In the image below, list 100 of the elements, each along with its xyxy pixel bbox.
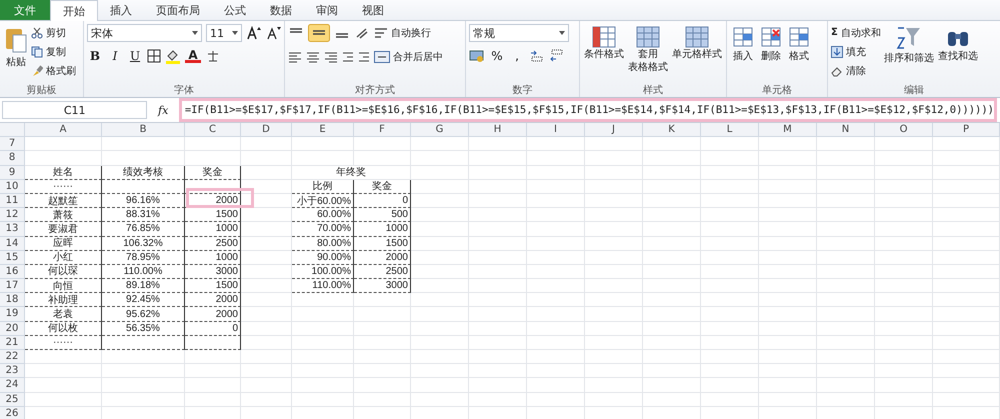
row-header[interactable]: 24 bbox=[0, 378, 25, 393]
copy-button[interactable]: 复制 bbox=[31, 43, 76, 60]
column-header[interactable]: A bbox=[25, 123, 102, 138]
row-header[interactable]: 12 bbox=[0, 208, 25, 222]
column-header[interactable]: E bbox=[292, 123, 354, 138]
column-header[interactable]: P bbox=[933, 123, 1000, 138]
ribbon-tab[interactable]: 开始 bbox=[50, 0, 98, 21]
table-cell bbox=[875, 350, 933, 364]
currency-icon[interactable] bbox=[469, 49, 485, 63]
row-header[interactable]: 18 bbox=[0, 293, 25, 308]
merge-icon bbox=[374, 50, 390, 62]
row-header[interactable]: 26 bbox=[0, 406, 25, 419]
font-color-button[interactable]: A bbox=[185, 49, 201, 63]
row-header[interactable]: 20 bbox=[0, 322, 25, 336]
column-header[interactable]: D bbox=[241, 123, 292, 138]
style-button[interactable]: 单元格样式 bbox=[671, 24, 723, 63]
row-header[interactable]: 19 bbox=[0, 307, 25, 322]
column-header[interactable]: M bbox=[759, 123, 817, 138]
column-header[interactable]: B bbox=[102, 123, 185, 138]
style-button[interactable]: 套用 表格格式 bbox=[627, 24, 669, 76]
column-header[interactable]: J bbox=[585, 123, 643, 138]
clear-button[interactable]: 清除 bbox=[831, 62, 881, 79]
font-grow-icon[interactable] bbox=[246, 26, 262, 40]
decimal-decrease-icon[interactable] bbox=[549, 49, 565, 63]
cells-button[interactable]: 插入 bbox=[730, 24, 756, 65]
indent-icon[interactable] bbox=[342, 50, 370, 64]
row-header[interactable]: 11 bbox=[0, 194, 25, 208]
ribbon-tab[interactable]: 公式 bbox=[212, 0, 258, 20]
font-name-field[interactable]: 宋体 bbox=[87, 24, 202, 42]
italic-button[interactable]: I bbox=[107, 48, 123, 64]
align-center-icon[interactable] bbox=[306, 50, 320, 64]
table-cell: 小于60.00% bbox=[292, 194, 354, 208]
ribbon-tab[interactable]: 数据 bbox=[258, 0, 304, 20]
table-cell bbox=[469, 137, 527, 152]
table-grid-icon bbox=[592, 26, 616, 48]
comma-button[interactable]: , bbox=[509, 48, 525, 64]
orientation-icon[interactable] bbox=[354, 26, 370, 40]
column-header[interactable]: G bbox=[411, 123, 469, 138]
borders-icon[interactable] bbox=[147, 49, 161, 63]
number-format-field[interactable]: 常规 bbox=[469, 24, 569, 42]
phonetic-icon[interactable] bbox=[205, 49, 221, 63]
row-header[interactable]: 21 bbox=[0, 336, 25, 350]
table-cell bbox=[701, 322, 759, 336]
percent-button[interactable]: % bbox=[489, 48, 505, 64]
insert-function-button[interactable]: fx bbox=[153, 104, 173, 116]
column-header[interactable]: H bbox=[469, 123, 527, 138]
row-header[interactable]: 16 bbox=[0, 264, 25, 280]
bold-button[interactable]: B bbox=[87, 48, 103, 64]
underline-button[interactable]: U bbox=[127, 48, 143, 64]
ribbon-tab[interactable]: 审阅 bbox=[304, 0, 350, 20]
row-header[interactable]: 13 bbox=[0, 222, 25, 236]
row-header[interactable]: 25 bbox=[0, 392, 25, 407]
wrap-text-button[interactable]: 自动换行 bbox=[374, 24, 431, 42]
column-header[interactable]: K bbox=[643, 123, 701, 138]
font-shrink-icon[interactable] bbox=[266, 26, 282, 40]
merge-center-button[interactable]: 合并后居中 bbox=[374, 48, 443, 65]
column-header[interactable]: L bbox=[701, 123, 759, 138]
ribbon-tab[interactable]: 视图 bbox=[350, 0, 396, 20]
ribbon-tab[interactable]: 插入 bbox=[98, 0, 144, 20]
align-right-icon[interactable] bbox=[324, 50, 338, 64]
table-cell bbox=[933, 350, 1000, 364]
formula-field[interactable]: =IF(B11>=$E$17,$F$17,IF(B11>=$E$16,$F$16,IF(B11>=$E$15,$F$15,IF(B11>=$E$14,$F$14,IF(B11>=$E$13,$F$13,IF(B11>=$E$12,$F$12,0)))))) bbox=[178, 98, 997, 122]
fill-down-icon bbox=[831, 46, 843, 58]
column-header[interactable]: I bbox=[527, 123, 585, 138]
table-cell: 奖金 bbox=[354, 180, 411, 194]
paste-button[interactable]: 粘贴 bbox=[3, 24, 29, 71]
row-header[interactable]: 17 bbox=[0, 279, 25, 294]
row-header[interactable]: 23 bbox=[0, 364, 25, 378]
ribbon-tab[interactable]: 文件 bbox=[0, 0, 50, 20]
row-header[interactable]: 14 bbox=[0, 236, 25, 251]
column-header[interactable]: O bbox=[875, 123, 933, 138]
table-cell: 0 bbox=[185, 322, 241, 336]
row-header[interactable]: 10 bbox=[0, 180, 25, 194]
column-header[interactable]: C bbox=[185, 123, 241, 138]
row-header[interactable]: 15 bbox=[0, 250, 25, 265]
style-button[interactable]: 条件格式 bbox=[583, 24, 625, 63]
font-size-field[interactable]: 11 bbox=[206, 24, 242, 42]
decimal-increase-icon[interactable] bbox=[529, 49, 545, 63]
table-cell bbox=[241, 222, 292, 236]
cells-button[interactable]: 删除 bbox=[758, 24, 784, 65]
column-header[interactable]: F bbox=[354, 123, 411, 138]
autosum-button[interactable]: Σ 自动求和 bbox=[831, 24, 881, 41]
cut-button[interactable]: 剪切 bbox=[31, 24, 76, 41]
find-select-button[interactable]: 查找和选 bbox=[936, 24, 979, 65]
name-box[interactable]: C11 bbox=[2, 101, 148, 119]
cells-button[interactable]: 格式 bbox=[786, 24, 812, 65]
fill-color-icon[interactable] bbox=[165, 48, 181, 64]
column-header[interactable]: N bbox=[817, 123, 875, 138]
sort-filter-button[interactable]: 排序和筛选 bbox=[882, 24, 935, 67]
fill-button[interactable]: 填充 bbox=[831, 43, 881, 60]
row-header[interactable]: 9 bbox=[0, 166, 25, 180]
row-header[interactable]: 22 bbox=[0, 350, 25, 364]
table-cell bbox=[292, 364, 354, 378]
table-cell bbox=[701, 392, 759, 407]
row-header[interactable]: 8 bbox=[0, 151, 25, 166]
format-painter-button[interactable]: 格式刷 bbox=[31, 62, 76, 79]
row-header[interactable]: 7 bbox=[0, 137, 25, 152]
ribbon-tab[interactable]: 页面布局 bbox=[144, 0, 212, 20]
align-left-icon[interactable] bbox=[288, 50, 302, 64]
align-middle-icon[interactable] bbox=[308, 24, 330, 42]
